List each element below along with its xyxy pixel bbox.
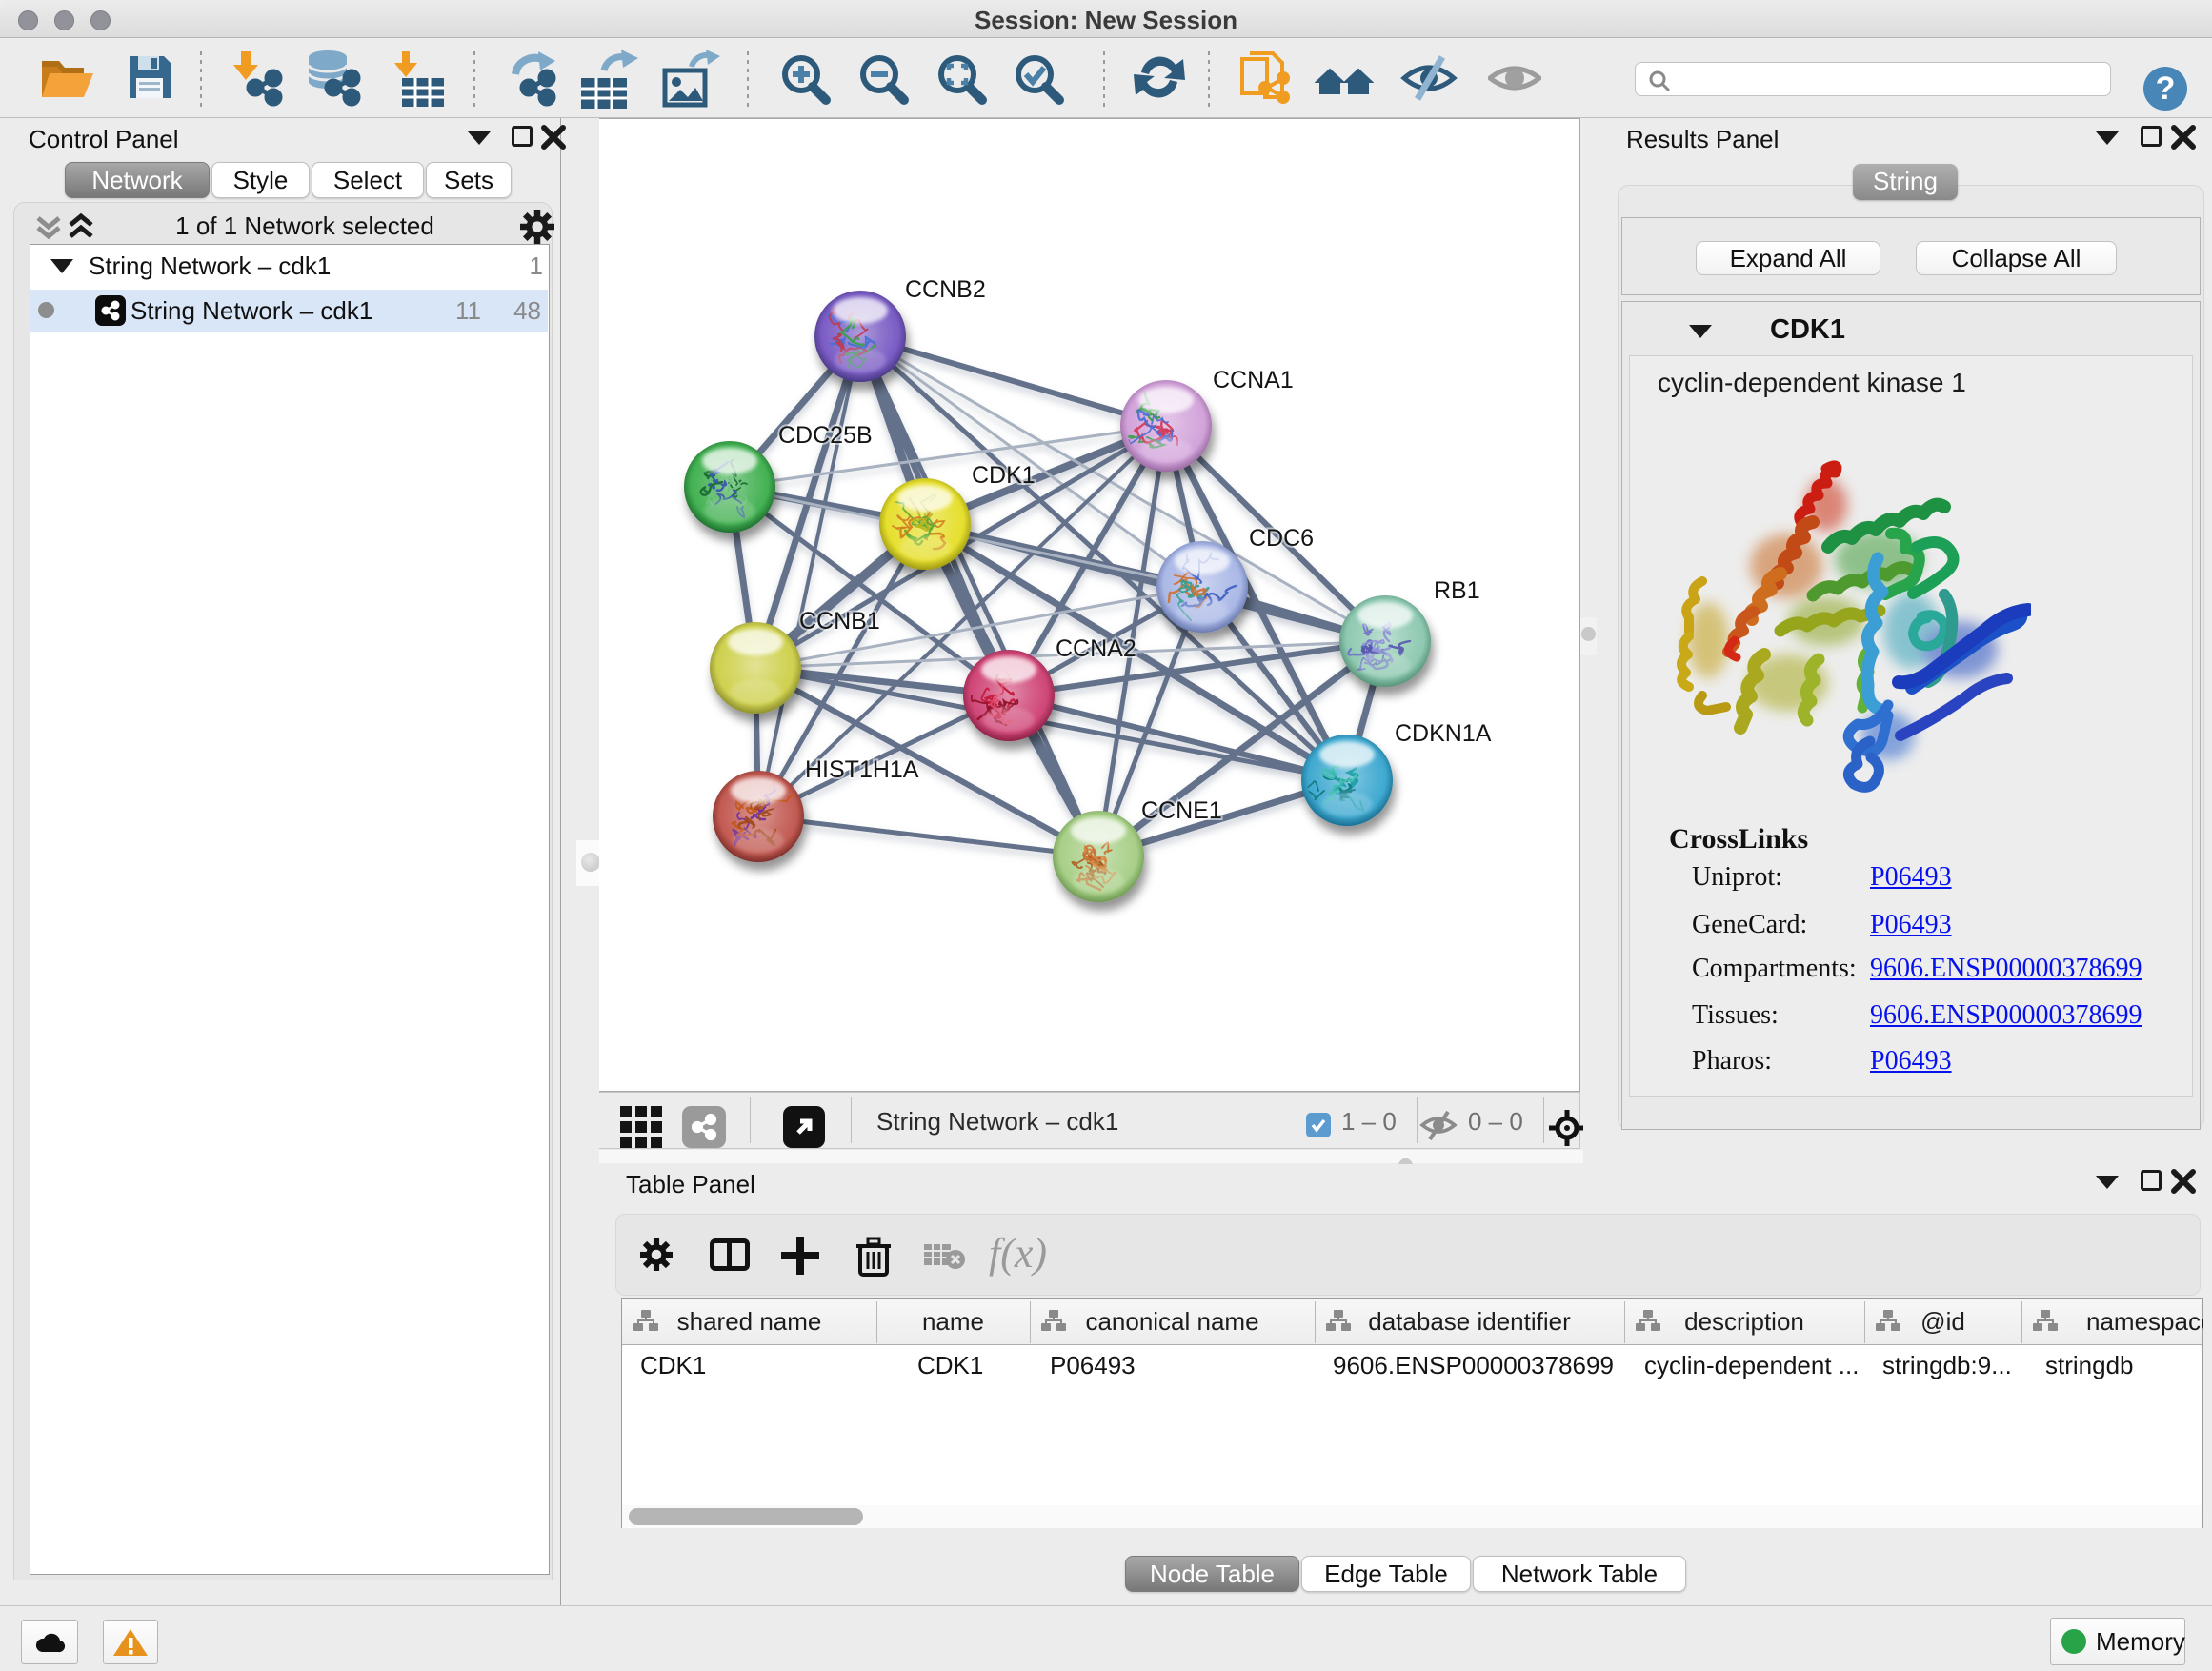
svg-text:RB1: RB1: [1434, 577, 1480, 604]
svg-text:CCNB2: CCNB2: [905, 276, 986, 303]
svg-text:CCNB1: CCNB1: [799, 608, 880, 634]
svg-text:CDKN1A: CDKN1A: [1395, 720, 1492, 747]
svg-text:CDK1: CDK1: [972, 462, 1036, 489]
svg-text:CDC6: CDC6: [1249, 525, 1314, 552]
svg-text:CCNA1: CCNA1: [1213, 367, 1294, 393]
svg-text:CCNE1: CCNE1: [1141, 797, 1222, 824]
svg-text:CCNA2: CCNA2: [1056, 635, 1136, 662]
svg-text:CDC25B: CDC25B: [778, 422, 873, 449]
svg-text:HIST1H1A: HIST1H1A: [805, 756, 919, 783]
